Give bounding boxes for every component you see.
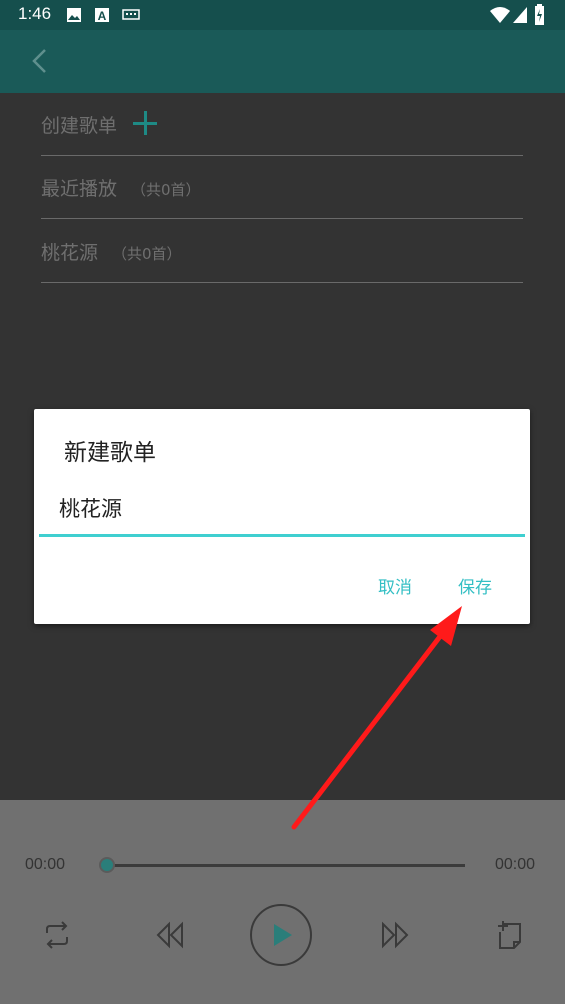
play-icon <box>274 924 292 946</box>
chevron-left-icon[interactable] <box>26 46 56 76</box>
new-playlist-dialog: 新建歌单 桃花源 取消 保存 <box>34 409 530 624</box>
wifi-icon <box>490 7 510 23</box>
fast-forward-icon[interactable] <box>380 921 410 949</box>
create-playlist-label: 创建歌单 <box>41 115 118 137</box>
add-to-playlist-icon[interactable] <box>496 920 524 950</box>
cancel-button[interactable]: 取消 <box>378 573 412 598</box>
progress-track[interactable] <box>107 864 465 867</box>
playlist-name-value: 桃花源 <box>59 497 122 521</box>
play-button[interactable] <box>249 903 313 967</box>
progress-thumb[interactable] <box>99 857 115 873</box>
save-button[interactable]: 保存 <box>458 573 492 598</box>
playlist-title: 桃花源 <box>41 242 99 264</box>
dialog-title: 新建歌单 <box>64 440 156 466</box>
list-item[interactable]: 桃花源 （共0首） <box>41 220 523 283</box>
app-bar <box>0 30 565 93</box>
duration-time: 00:00 <box>495 856 536 873</box>
playlist-count: （共0首） <box>131 181 201 199</box>
rewind-icon[interactable] <box>155 921 185 949</box>
image-icon <box>67 8 81 22</box>
elapsed-time: 00:00 <box>25 856 66 873</box>
a-icon: A <box>95 8 109 23</box>
keyboard-icon <box>122 9 140 20</box>
battery-icon <box>535 4 544 25</box>
playlist-name-input[interactable]: 桃花源 <box>39 483 525 537</box>
svg-text:A: A <box>98 9 107 23</box>
player-bar: 00:00 00:00 <box>0 800 565 1004</box>
create-playlist-row[interactable]: 创建歌单 <box>41 93 523 156</box>
playlist-title: 最近播放 <box>41 178 118 200</box>
list-item[interactable]: 最近播放 （共0首） <box>41 156 523 219</box>
repeat-icon[interactable] <box>41 920 73 950</box>
signal-icon <box>513 7 527 23</box>
status-time: 1:46 <box>18 4 52 23</box>
plus-icon[interactable] <box>133 111 157 135</box>
status-bar: 1:46 A <box>0 0 565 30</box>
playlist-count: （共0首） <box>112 245 182 263</box>
